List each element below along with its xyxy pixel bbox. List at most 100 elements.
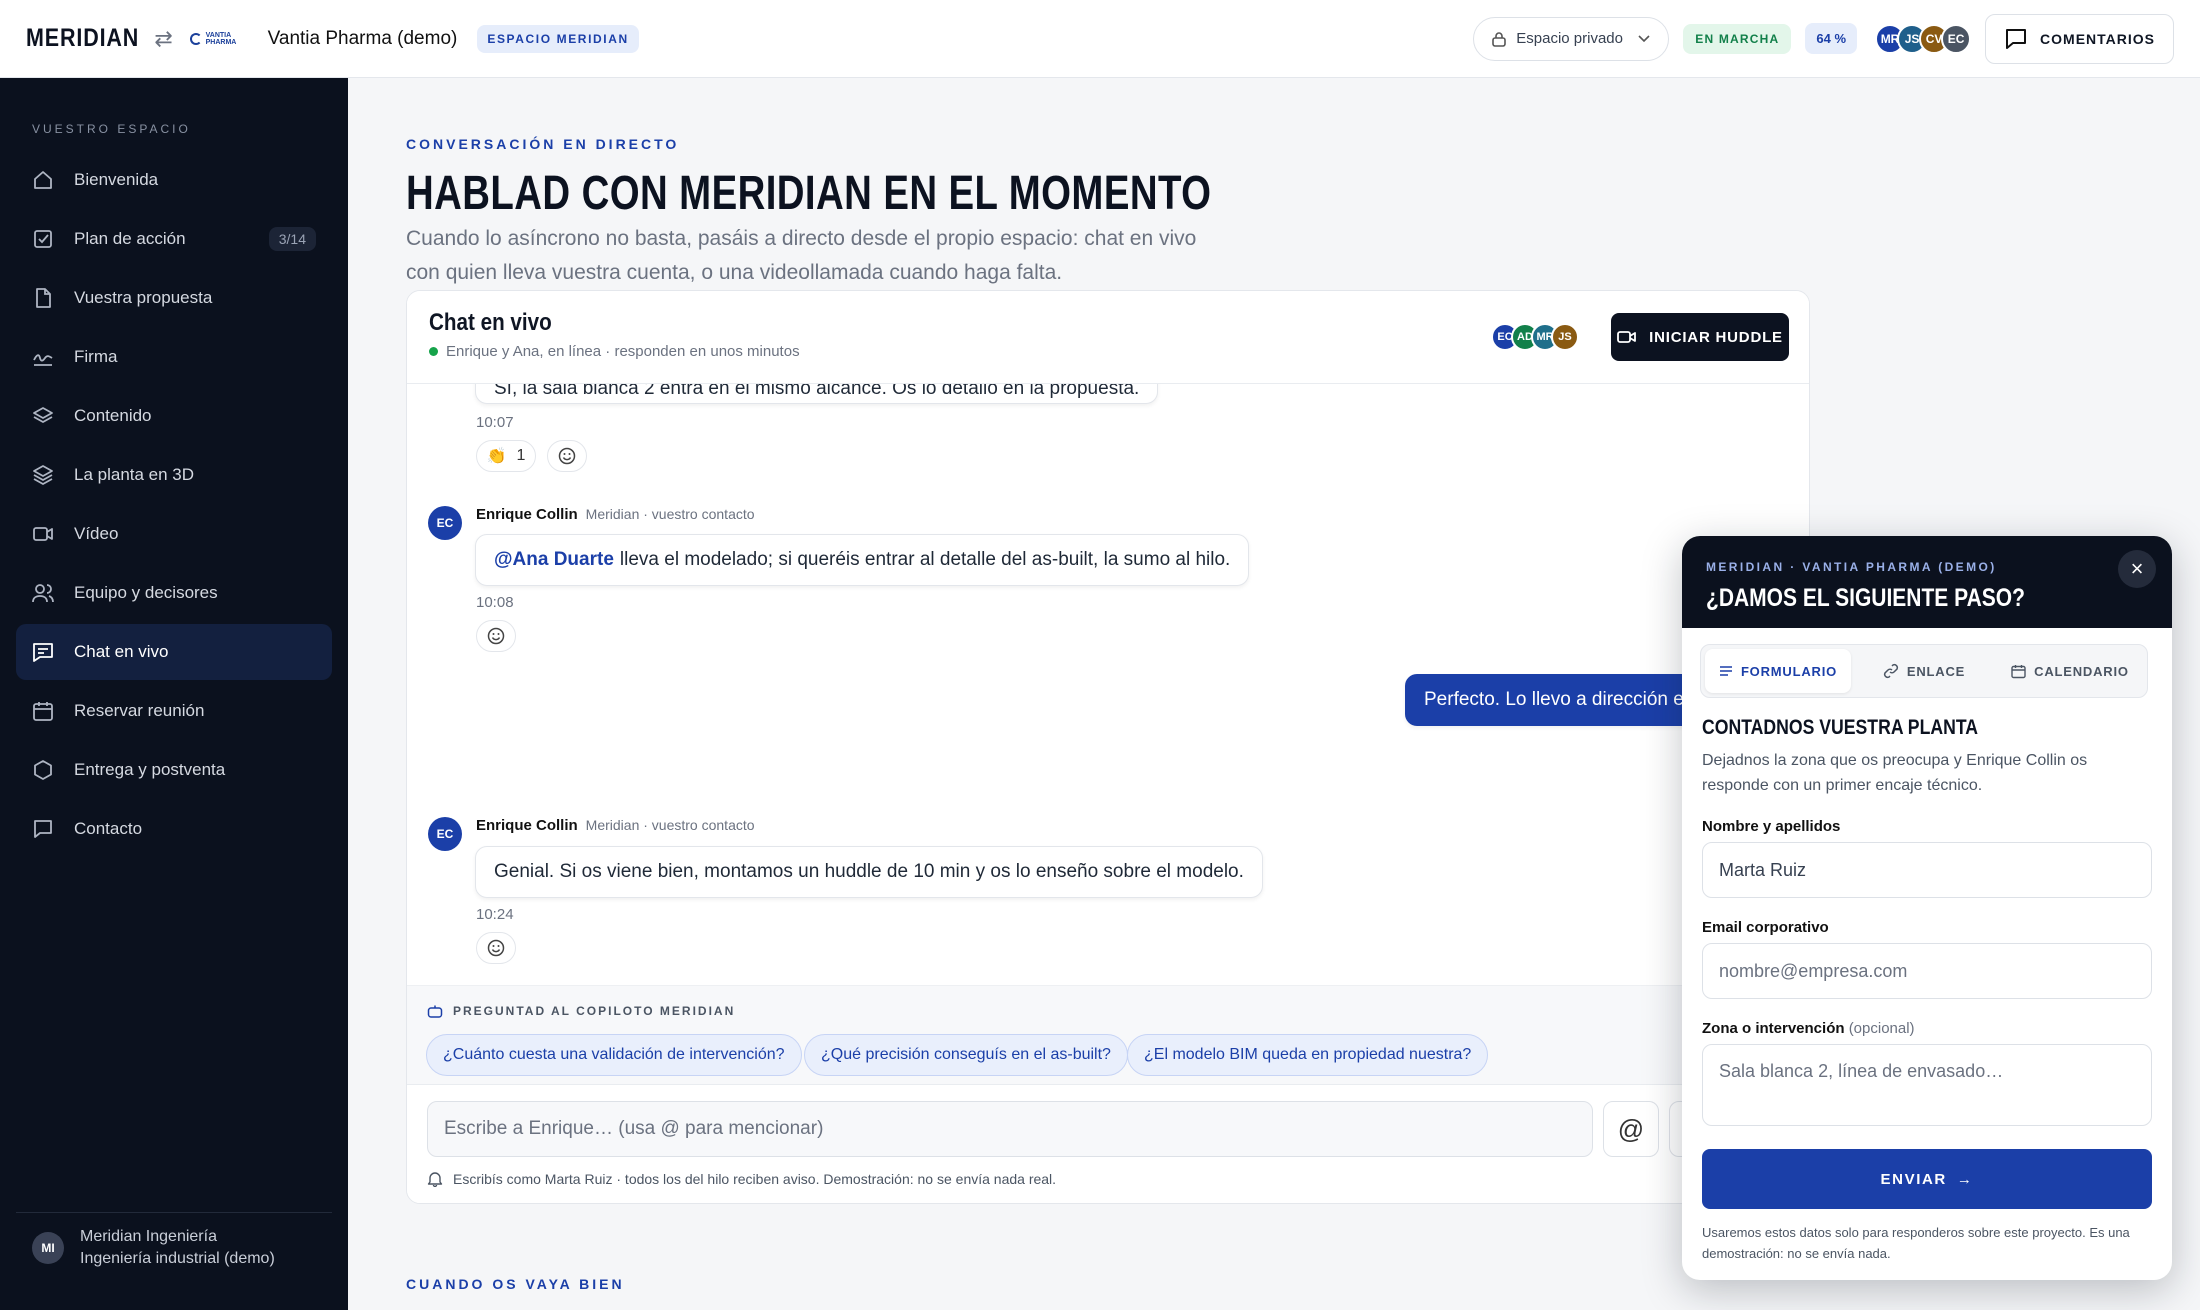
start-huddle-button[interactable]: INICIAR HUDDLE bbox=[1611, 313, 1789, 361]
sidebar-item-label: La planta en 3D bbox=[74, 465, 195, 484]
space-selector[interactable]: Espacio privado bbox=[1473, 16, 1670, 61]
chat-card: Chat en vivo Enrique y Ana, en línea · r… bbox=[406, 290, 1810, 1204]
lock-icon bbox=[1492, 31, 1507, 47]
chat-participants[interactable]: EC AD MR JS bbox=[1491, 323, 1579, 351]
tab-calendario[interactable]: CALENDARIO bbox=[1997, 649, 2143, 693]
video-icon bbox=[33, 527, 53, 541]
home-icon bbox=[34, 171, 52, 189]
sidebar-item-label: Vuestra propuesta bbox=[74, 288, 213, 307]
sidebar-item-label: Bienvenida bbox=[74, 170, 159, 189]
form-heading: CONTADNOS VUESTRA PLANTA bbox=[1702, 716, 1979, 739]
avatar[interactable]: EC bbox=[428, 506, 462, 540]
chat-header: Chat en vivo Enrique y Ana, en línea · r… bbox=[407, 291, 1809, 384]
composer-footnote: Escribís como Marta Ruiz · todos los del… bbox=[427, 1171, 1056, 1187]
comments-button[interactable]: COMENTARIOS bbox=[1985, 13, 2174, 64]
sidebar-item-label: Equipo y decisores bbox=[74, 583, 218, 602]
space-selector-value: Espacio privado bbox=[1516, 30, 1623, 47]
panel-tabs: FORMULARIO ENLACE CALENDARIO bbox=[1700, 644, 2148, 698]
author-role: Meridian · vuestro contacto bbox=[585, 817, 755, 833]
copilot-chip[interactable]: ¿El modelo BIM queda en propiedad nuestr… bbox=[1127, 1034, 1489, 1076]
message-input[interactable]: Escribe a Enrique… (usa @ para mencionar… bbox=[427, 1101, 1593, 1157]
name-label: Nombre y apellidos bbox=[1702, 818, 1841, 835]
privacy-note: Usaremos estos datos solo para responder… bbox=[1702, 1225, 2130, 1261]
page-lead: Cuando lo asíncrono no basta, pasáis a d… bbox=[406, 227, 1197, 284]
sidebar-item-count: 3/14 bbox=[268, 227, 316, 251]
form-description: Dejadnos la zona que os preocupa y Enriq… bbox=[1702, 752, 2088, 794]
tab-label: FORMULARIO bbox=[1740, 663, 1838, 679]
name-field[interactable]: Marta Ruiz bbox=[1702, 842, 2152, 898]
email-field[interactable]: nombre@empresa.com bbox=[1702, 943, 2152, 999]
sidebar-item-entrega[interactable]: Entrega y postventa bbox=[16, 742, 332, 798]
sidebar-item-contacto[interactable]: Contacto bbox=[16, 801, 332, 857]
online-indicator bbox=[429, 347, 438, 356]
message-bubble: @Ana Duarte lleva el modelado; si queréi… bbox=[475, 534, 1250, 586]
sidebar-item-equipo[interactable]: Equipo y decisores bbox=[16, 565, 332, 621]
avatar[interactable]: JS bbox=[1551, 323, 1579, 351]
sidebar-item-label: Firma bbox=[74, 347, 118, 366]
avatar[interactable]: EC bbox=[1941, 23, 1972, 54]
comment-icon bbox=[2006, 28, 2027, 49]
author-name: Enrique Collin bbox=[476, 817, 578, 834]
sidebar-item-bienvenida[interactable]: Bienvenida bbox=[16, 152, 332, 208]
calendar-icon bbox=[2011, 664, 2026, 678]
close-button[interactable]: × bbox=[2118, 550, 2156, 588]
status-badge: EN MARCHA bbox=[1683, 23, 1792, 54]
brand-logo[interactable]: MERIDIAN bbox=[26, 24, 139, 53]
add-reaction-button[interactable] bbox=[476, 620, 516, 652]
tab-label: ENLACE bbox=[1906, 663, 1966, 679]
chat-composer: Escribe a Enrique… (usa @ para mencionar… bbox=[407, 1084, 1809, 1203]
reaction-chip[interactable]: 👏 1 bbox=[476, 440, 536, 472]
client-logo: VANTIA PHARMA bbox=[189, 31, 244, 46]
message-author: Enrique Collin Meridian · vuestro contact… bbox=[476, 506, 755, 523]
message-icon bbox=[34, 820, 52, 838]
copilot-label-text: PREGUNTAD AL COPILOTO MERIDIAN bbox=[453, 1004, 736, 1018]
sidebar-item-contenido[interactable]: Contenido bbox=[16, 388, 332, 444]
page-title: HABLAD CON MERIDIAN EN EL MOMENTO bbox=[406, 167, 1212, 220]
copilot-label: PREGUNTAD AL COPILOTO MERIDIAN bbox=[427, 1004, 735, 1018]
copilot-suggestions: PREGUNTAD AL COPILOTO MERIDIAN ¿Cuánto c… bbox=[407, 985, 1809, 1084]
sidebar-item-video[interactable]: Vídeo bbox=[16, 506, 332, 562]
lines-icon bbox=[1719, 666, 1732, 676]
add-reaction-button[interactable] bbox=[476, 932, 516, 964]
client-logo-mark bbox=[189, 32, 202, 45]
author-role: Meridian · vuestro contacto bbox=[585, 506, 755, 522]
avatar[interactable]: EC bbox=[428, 817, 462, 851]
next-section-eyebrow: CUANDO OS VAYA BIEN bbox=[406, 1276, 625, 1292]
add-reaction-button[interactable] bbox=[547, 440, 587, 472]
sidebar-item-label: Vídeo bbox=[74, 524, 119, 543]
optional-hint: (opcional) bbox=[1848, 1020, 1915, 1037]
comments-label: COMENTARIOS bbox=[2040, 30, 2155, 47]
tab-enlace[interactable]: ENLACE bbox=[1851, 649, 1997, 693]
panel-title: ¿DAMOS EL SIGUIENTE PASO? bbox=[1706, 584, 2025, 612]
sidebar-item-firma[interactable]: Firma bbox=[16, 329, 332, 385]
zone-label-text: Zona o intervención bbox=[1702, 1020, 1845, 1037]
sidebar-item-chat[interactable]: Chat en vivo bbox=[16, 624, 332, 680]
copilot-chip[interactable]: ¿Qué precisión conseguís en el as-built? bbox=[804, 1034, 1128, 1076]
sidebar-item-reservar[interactable]: Reservar reunión bbox=[16, 683, 332, 739]
team-avatars[interactable]: MR JS CV EC bbox=[1875, 23, 1972, 54]
calendar-icon bbox=[33, 702, 53, 721]
sidebar-item-propuesta[interactable]: Vuestra propuesta bbox=[16, 270, 332, 326]
copilot-chip[interactable]: ¿Cuánto cuesta una validación de interve… bbox=[426, 1034, 802, 1076]
client-logo-text: VANTIA PHARMA bbox=[205, 31, 237, 46]
sidebar-item-plan[interactable]: Plan de acción 3/14 bbox=[16, 211, 332, 267]
tab-formulario[interactable]: FORMULARIO bbox=[1705, 649, 1851, 693]
message-time: 10:08 bbox=[476, 594, 514, 611]
zone-field[interactable]: Sala blanca 2, línea de envasado… bbox=[1702, 1044, 2152, 1126]
panel-eyebrow: MERIDIAN · VANTIA PHARMA (DEMO) bbox=[1706, 560, 1997, 574]
space-badge: ESPACIO MERIDIAN bbox=[477, 24, 639, 53]
document-icon bbox=[36, 288, 51, 308]
top-bar: MERIDIAN ⇄ VANTIA PHARMA Vantia Pharma (… bbox=[0, 0, 2200, 78]
user-role: Ingeniería industrial (demo) bbox=[80, 1250, 275, 1267]
avatar: MI bbox=[32, 1232, 64, 1264]
chat-subtitle: Enrique y Ana, en línea · responden en u… bbox=[429, 343, 800, 360]
sidebar-section-label: VUESTRO ESPACIO bbox=[32, 122, 191, 136]
sidebar-item-label: Plan de acción bbox=[74, 229, 186, 248]
submit-button[interactable]: ENVIAR → bbox=[1702, 1149, 2152, 1209]
chat-subtitle-text: Enrique y Ana, en línea · responden en u… bbox=[446, 343, 800, 360]
sidebar-item-planta-3d[interactable]: La planta en 3D bbox=[16, 447, 332, 503]
mention-button[interactable]: @ bbox=[1603, 1101, 1659, 1157]
mention-link[interactable]: @Ana Duarte bbox=[494, 549, 614, 571]
sidebar-user[interactable]: MI Meridian Ingeniería Ingeniería indust… bbox=[32, 1226, 275, 1270]
zone-label: Zona o intervención (opcional) bbox=[1702, 1020, 1915, 1037]
